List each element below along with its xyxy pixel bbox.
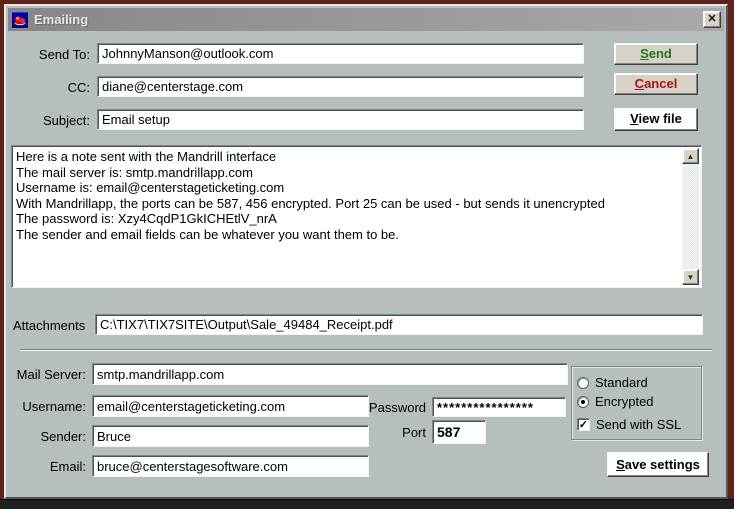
background-strip (0, 499, 734, 509)
password-input[interactable] (432, 397, 566, 417)
note-text: Here is a note sent with the Mandrill in… (16, 149, 605, 242)
radio-standard-icon[interactable] (577, 376, 589, 389)
cc-label: CC: (67, 80, 90, 95)
radio-standard[interactable]: Standard (577, 375, 648, 390)
scroll-down-icon[interactable]: ▼ (682, 269, 699, 285)
sender-label: Sender: (40, 429, 86, 444)
subject-input[interactable] (97, 109, 584, 130)
subject-label: Subject: (43, 113, 90, 128)
send-to-input[interactable] (97, 43, 584, 64)
email-label: Email: (49, 459, 86, 474)
attachments-input[interactable] (95, 314, 703, 335)
app-icon (12, 11, 28, 28)
port-input[interactable] (432, 420, 486, 444)
scroll-up-icon[interactable]: ▲ (682, 148, 699, 164)
encryption-groupbox: Standard Encrypted ✓ Send with SSL (571, 366, 702, 440)
window-title: Emailing (34, 12, 89, 27)
note-scrollbar[interactable]: ▲ ▼ (682, 148, 699, 285)
attachments-label: Attachments (13, 318, 86, 333)
username-label: Username: (22, 399, 86, 414)
send-button[interactable]: Send (614, 43, 698, 65)
send-to-label: Send To: (38, 47, 90, 62)
checkbox-ssl-icon[interactable]: ✓ (577, 418, 590, 431)
checkbox-ssl-label: Send with SSL (596, 417, 682, 432)
view-file-button[interactable]: View file (614, 108, 698, 131)
radio-encrypted-label: Encrypted (595, 394, 654, 409)
close-icon[interactable]: ✕ (703, 11, 721, 28)
title-bar: Emailing ✕ (8, 8, 724, 31)
email-input[interactable] (92, 455, 369, 477)
save-settings-button[interactable]: Save settings (607, 452, 709, 477)
radio-standard-label: Standard (595, 375, 648, 390)
emailing-dialog: Emailing ✕ Send To: CC: Subject: Send Ca… (4, 4, 728, 499)
separator (20, 349, 712, 351)
note-textarea[interactable]: Here is a note sent with the Mandrill in… (11, 145, 702, 288)
mail-server-input[interactable] (92, 363, 568, 385)
username-input[interactable] (92, 395, 369, 417)
cancel-button[interactable]: Cancel (614, 73, 698, 95)
sender-input[interactable] (92, 425, 369, 447)
cc-input[interactable] (97, 76, 584, 97)
password-label: Password (368, 400, 426, 415)
port-label: Port (402, 425, 426, 440)
radio-encrypted-icon[interactable] (577, 395, 589, 408)
mail-server-label: Mail Server: (16, 367, 86, 382)
checkbox-ssl[interactable]: ✓ Send with SSL (577, 417, 681, 432)
radio-encrypted[interactable]: Encrypted (577, 394, 654, 409)
